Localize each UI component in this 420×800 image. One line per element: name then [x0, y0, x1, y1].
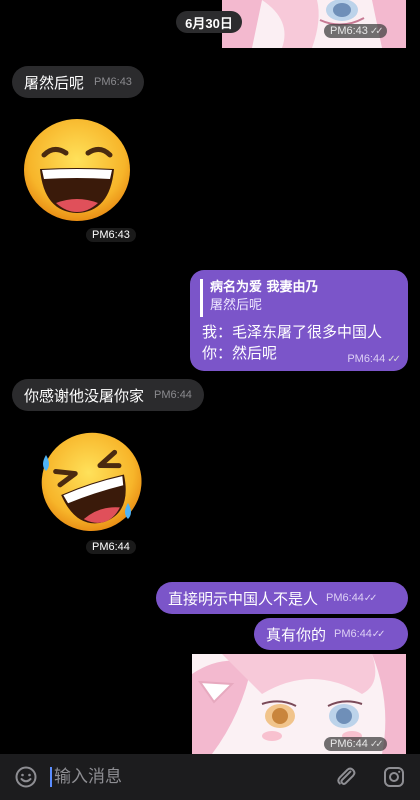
incoming-message[interactable]: 屠然后呢 PM6:43: [12, 66, 144, 98]
read-double-check-icon: ✓✓: [363, 593, 378, 604]
read-double-check-icon: ✓✓: [369, 25, 384, 37]
laughing-emoji-sticker[interactable]: [22, 117, 132, 227]
message-time: PM6:43: [94, 76, 132, 88]
reply-line-1: 我：毛泽东屠了很多中国人: [202, 323, 383, 341]
attachment-paperclip-icon[interactable]: [334, 765, 358, 789]
emoji-timestamp: PM6:43: [86, 228, 136, 242]
message-text: 你感谢他没屠你家: [24, 386, 145, 405]
read-double-check-icon: ✓✓: [369, 738, 384, 750]
emoji-face-icon[interactable]: [14, 765, 38, 789]
chat-area[interactable]: PM6:43 ✓✓ 6月30日 屠然后呢 PM6:43 PM6:43 病名为爱 …: [0, 0, 420, 754]
quoted-text: 屠然后呢: [210, 298, 263, 313]
outgoing-message[interactable]: 真有你的 PM6:44 ✓✓: [254, 618, 408, 650]
outgoing-reply-message[interactable]: 病名为爱 我妻由乃 屠然后呢 我：毛泽东屠了很多中国人 你：然后呢 PM6:44…: [190, 270, 408, 371]
quoted-sender-name: 病名为爱 我妻由乃: [210, 280, 319, 295]
emoji-timestamp: PM6:44: [86, 540, 136, 554]
message-text: 屠然后呢: [24, 73, 85, 92]
message-input-bar: [0, 754, 420, 800]
camera-icon[interactable]: [382, 765, 406, 789]
message-time: PM6:44 ✓✓: [326, 592, 378, 604]
message-text: 真有你的: [266, 625, 327, 644]
sticker-bottom-timestamp: PM6:44 ✓✓: [324, 737, 387, 751]
message-time: PM6:44 ✓✓: [334, 628, 386, 640]
date-separator: 6月30日: [176, 11, 242, 33]
message-text-field[interactable]: [54, 767, 304, 787]
sticker-top-timestamp: PM6:43 ✓✓: [324, 24, 387, 38]
text-caret: [50, 767, 52, 787]
message-input[interactable]: [50, 762, 320, 792]
quoted-message[interactable]: 病名为爱 我妻由乃 屠然后呢: [200, 279, 390, 317]
incoming-message[interactable]: 你感谢他没屠你家 PM6:44: [12, 379, 204, 411]
message-text: 直接明示中国人不是人: [168, 589, 319, 608]
read-double-check-icon: ✓✓: [371, 629, 386, 640]
message-time: PM6:44: [154, 389, 192, 401]
message-time: PM6:44 ✓✓: [347, 353, 401, 365]
outgoing-message[interactable]: 直接明示中国人不是人 PM6:44 ✓✓: [156, 582, 408, 614]
rofl-emoji-sticker[interactable]: [36, 425, 146, 539]
read-double-check-icon: ✓✓: [387, 353, 401, 365]
